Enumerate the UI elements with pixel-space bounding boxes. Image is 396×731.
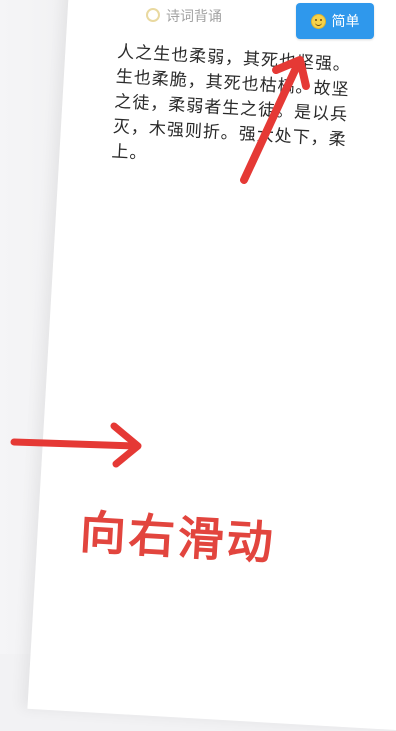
smile-emoji-icon <box>310 13 326 29</box>
app-header: 诗词背诵 简单 <box>146 2 396 39</box>
swipe-right-arrow-icon <box>10 422 142 468</box>
arrow-to-button-icon <box>240 56 310 184</box>
difficulty-label: 简单 <box>331 14 360 30</box>
app-name: 诗词背诵 <box>166 9 222 25</box>
app-logo-icon <box>146 8 160 22</box>
difficulty-button[interactable]: 简单 <box>296 3 374 39</box>
